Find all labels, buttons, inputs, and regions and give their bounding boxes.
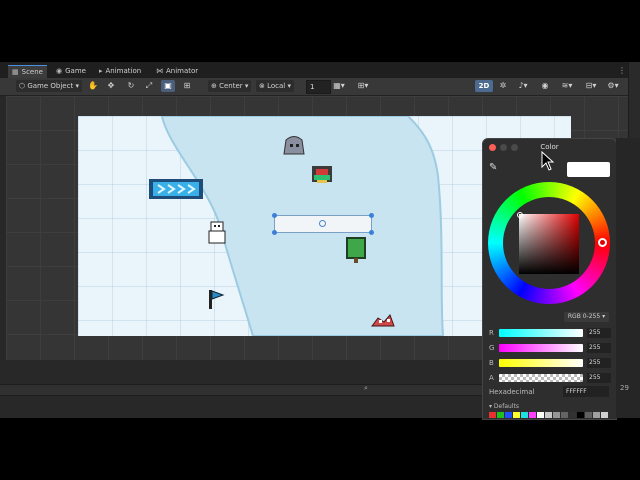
blue-channel-row: B 255 [489, 358, 611, 368]
tree-sprite[interactable] [343, 234, 369, 264]
center-icon: ⊕ [211, 82, 220, 90]
mouse-pointer-icon [541, 151, 555, 171]
tab-animator[interactable]: ⋈ Animator [152, 65, 202, 78]
scene-icon: ▦ [12, 68, 19, 76]
palette-swatch[interactable] [505, 412, 512, 418]
palette-swatch[interactable] [529, 412, 536, 418]
settings-icon[interactable]: ⚙▾ [606, 80, 620, 92]
tab-bar: ▦ Scene ◉ Game ▸ Animation ⋈ Animator ⋮ [0, 62, 640, 79]
hue-cursor[interactable] [598, 238, 607, 247]
lighting-icon[interactable]: ✲ [496, 80, 510, 92]
rect-tool-icon[interactable]: ▣ [161, 80, 175, 92]
grid-snap-icon[interactable]: ▦▾ [332, 80, 346, 92]
inspector-edge [616, 138, 640, 418]
edge-number: 29 [620, 384, 629, 392]
tab-game[interactable]: ◉ Game [52, 65, 90, 78]
color-picker-window: Color ✎ RGB 0-255 ▾ R 255 G 255 B 255 A … [482, 138, 617, 420]
tab-animation[interactable]: ▸ Animation [95, 65, 145, 78]
palette-swatch[interactable] [553, 412, 560, 418]
scale-tool-icon[interactable]: ⤢ [142, 80, 156, 92]
palette-swatch[interactable] [561, 412, 568, 418]
bounds-handle[interactable] [369, 213, 374, 218]
color-palette [489, 412, 609, 418]
red-slider[interactable] [499, 329, 583, 337]
bounds-handle[interactable] [272, 230, 277, 235]
rotate-tool-icon[interactable]: ↻ [124, 80, 138, 92]
game-object-dropdown[interactable]: ⬡ Game Object ▾ [16, 80, 82, 92]
grid-snap-input[interactable]: 1 [306, 80, 331, 94]
palette-swatch[interactable] [577, 412, 584, 418]
current-color-swatch [567, 162, 610, 177]
palette-swatch[interactable] [593, 412, 600, 418]
space-local-dropdown[interactable]: ⊗ Local ▾ [256, 80, 294, 92]
bounds-handle[interactable] [369, 230, 374, 235]
palette-swatch[interactable] [489, 412, 496, 418]
snowman-sprite[interactable] [206, 220, 228, 244]
saturation-value-square[interactable] [519, 214, 579, 274]
alpha-value-input[interactable]: 255 [587, 373, 611, 383]
palette-swatch[interactable] [513, 412, 520, 418]
transform-tool-icon[interactable]: ⊞ [180, 80, 194, 92]
palette-swatch[interactable] [585, 412, 592, 418]
visibility-icon[interactable]: ◉ [538, 80, 552, 92]
blue-slider[interactable] [499, 359, 583, 367]
palette-swatch[interactable] [601, 412, 608, 418]
green-slider[interactable] [499, 344, 583, 352]
move-tool-icon[interactable]: ✥ [104, 80, 118, 92]
tab-scene[interactable]: ▦ Scene [8, 65, 47, 79]
green-value-input[interactable]: 255 [587, 343, 611, 353]
toggle-2d-button[interactable]: 2D [475, 80, 493, 92]
search-icon[interactable]: ⌕ [364, 384, 368, 393]
game-icon: ◉ [56, 67, 63, 75]
blue-value-input[interactable]: 255 [587, 358, 611, 368]
animator-icon: ⋈ [156, 67, 163, 75]
animation-icon: ▸ [99, 67, 103, 75]
sv-cursor[interactable] [517, 212, 523, 218]
color-mode-dropdown[interactable]: RGB 0-255 ▾ [564, 312, 609, 322]
pivot-center-dropdown[interactable]: ⊕ Center ▾ [208, 80, 252, 92]
layers-icon[interactable]: ≋▾ [560, 80, 574, 92]
hex-input[interactable]: FFFFFF [563, 386, 609, 397]
audio-icon[interactable]: ♪▾ [516, 80, 530, 92]
flag-sprite[interactable] [206, 288, 226, 310]
hand-tool-icon[interactable]: ✋ [86, 80, 100, 92]
item-pile-sprite[interactable] [370, 312, 396, 328]
palette-swatch[interactable] [569, 412, 576, 418]
player-sprite[interactable] [308, 162, 336, 186]
palette-swatch[interactable] [497, 412, 504, 418]
scene-toolbar: ⬡ Game Object ▾ ✋ ✥ ↻ ⤢ ▣ ⊞ ⊕ Center ▾ ⊗… [0, 78, 640, 96]
local-icon: ⊗ [259, 82, 268, 90]
red-value-input[interactable]: 255 [587, 328, 611, 338]
green-channel-row: G 255 [489, 343, 611, 353]
rock-enemy-sprite[interactable] [280, 134, 308, 156]
pivot-handle[interactable] [319, 220, 326, 227]
more-options-icon[interactable]: ⋮ [618, 66, 626, 75]
gizmos-icon[interactable]: ⊟▾ [584, 80, 598, 92]
defaults-foldout[interactable]: ▾ Defaults [489, 403, 519, 410]
palette-swatch[interactable] [545, 412, 552, 418]
palette-swatch[interactable] [521, 412, 528, 418]
selected-sprite-bounds[interactable] [272, 213, 374, 235]
increment-snap-icon[interactable]: ⊞▾ [356, 80, 370, 92]
alpha-slider[interactable] [499, 374, 583, 382]
red-channel-row: R 255 [489, 328, 611, 338]
alpha-channel-row: A 255 [489, 373, 611, 383]
boost-pad-sprite[interactable] [148, 178, 204, 200]
eyedropper-icon[interactable]: ✎ [489, 162, 497, 173]
bounds-handle[interactable] [272, 213, 277, 218]
palette-swatch[interactable] [537, 412, 544, 418]
hex-label: Hexadecimal [489, 388, 535, 396]
